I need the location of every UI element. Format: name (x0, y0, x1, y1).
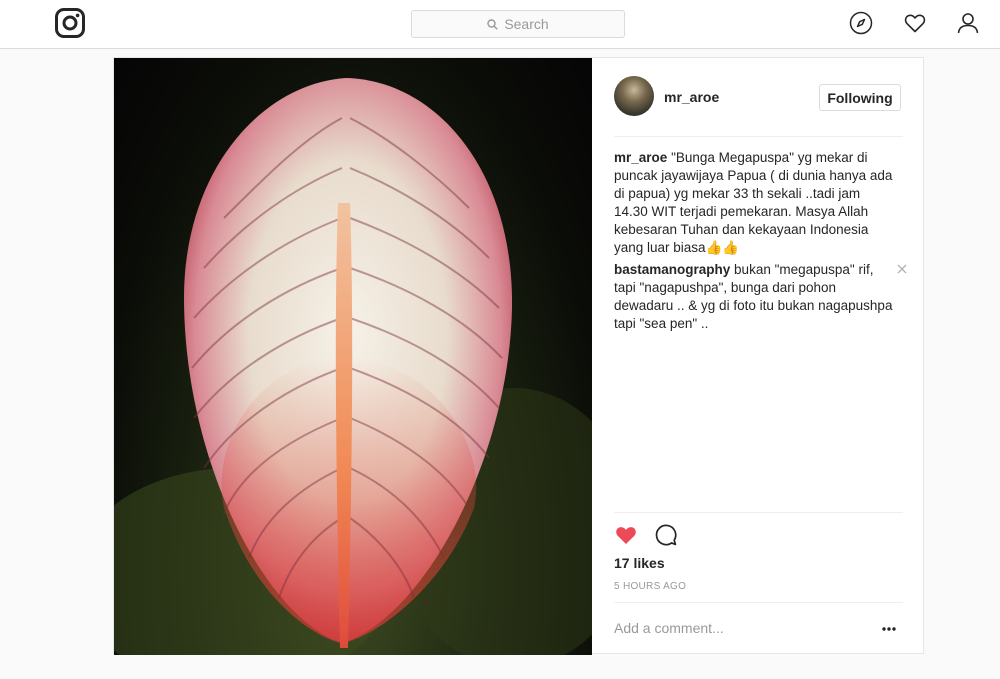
heart-icon[interactable] (903, 11, 927, 35)
post-photo[interactable] (114, 58, 592, 655)
post-author-username[interactable]: mr_aroe (664, 89, 719, 105)
comment-username[interactable]: mr_aroe (614, 150, 667, 165)
search-icon (487, 18, 499, 30)
heart-filled-icon[interactable] (614, 523, 638, 547)
comment-text: "Bunga Megapuspa" yg mekar di puncak jay… (614, 150, 893, 255)
close-icon[interactable] (897, 264, 907, 274)
post-sidebar: mr_aroe Following mr_aroe "Bunga Megapus… (592, 58, 925, 655)
top-nav-bar: Search (0, 0, 1000, 49)
post-card: mr_aroe Following mr_aroe "Bunga Megapus… (113, 57, 925, 655)
likes-count[interactable]: 17 likes (614, 555, 665, 571)
ellipsis-icon[interactable] (881, 626, 897, 632)
header-divider (614, 136, 903, 137)
search-box[interactable]: Search (411, 10, 625, 38)
instagram-logo-icon[interactable] (55, 8, 85, 38)
post-timestamp: 5 HOURS AGO (614, 581, 687, 592)
avatar[interactable] (614, 76, 654, 116)
search-placeholder: Search (504, 16, 549, 32)
speech-bubble-icon[interactable] (654, 523, 678, 547)
caption-comment: mr_aroe "Bunga Megapuspa" yg mekar di pu… (614, 149, 903, 257)
actions-divider (614, 512, 903, 513)
comment-divider (614, 602, 903, 603)
sea-pen-illustration (114, 78, 592, 655)
compass-icon[interactable] (849, 11, 873, 35)
following-button[interactable]: Following (819, 84, 901, 111)
comment-username[interactable]: bastamanography (614, 262, 730, 277)
user-icon[interactable] (956, 11, 980, 35)
post-actions (614, 523, 694, 549)
add-comment-input[interactable] (614, 619, 844, 637)
list-item: bastamanography bukan "megapuspa" rif, t… (614, 261, 907, 333)
post-header: mr_aroe Following (592, 58, 925, 136)
comments-list: mr_aroe "Bunga Megapuspa" yg mekar di pu… (614, 149, 907, 337)
